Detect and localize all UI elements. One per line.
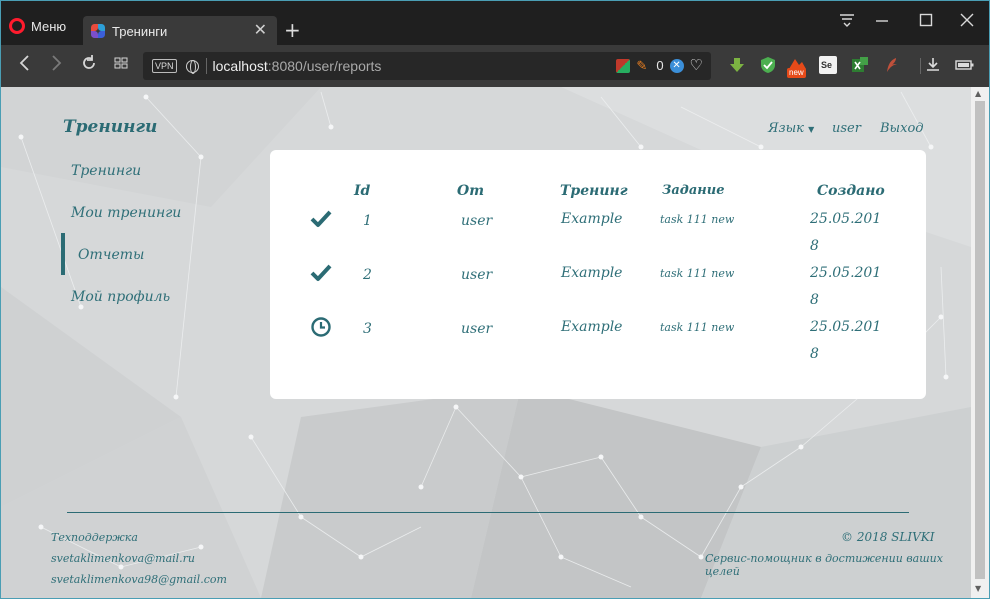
checkmark-icon [310,264,332,286]
url-separator [205,58,207,74]
maximize-icon[interactable] [919,13,933,30]
opera-logo-icon [9,18,25,34]
battery-icon[interactable] [955,56,975,74]
browser-window: Меню Тренинги ✕ + VPN localhost:8080/use… [0,0,990,599]
copyright: © 2018 SLIVKI [841,530,935,544]
new-badge-label: new [787,68,806,78]
row-task[interactable]: task 111 new [660,321,734,334]
selenium-ext-icon[interactable]: Se [819,56,837,74]
support-email-2[interactable]: svetaklimenkova98@gmail.com [51,573,227,586]
pen-icon[interactable]: ✎ [636,58,650,73]
download-ext-icon[interactable] [728,56,746,74]
tab-close-icon[interactable]: ✕ [254,23,267,39]
row-training[interactable]: Example [561,211,622,227]
language-dropdown[interactable]: Язык ▼ [768,121,814,136]
row-created-line1: 25.05.201 [810,211,882,227]
row-from: user [461,267,493,283]
vpn-badge[interactable]: VPN [152,59,177,73]
url-path: :8080/user/reports [267,58,382,74]
column-header-training: Тренинг [560,183,628,199]
web-page: Тренинги Тренинги Мои тренинги Отчеты Мо… [1,87,971,598]
scroll-down-icon[interactable]: ▼ [975,585,981,593]
downloads-icon[interactable] [924,56,942,74]
logout-link[interactable]: Выход [880,121,924,136]
reload-icon[interactable] [81,54,97,76]
row-training[interactable]: Example [561,265,622,281]
heart-icon[interactable]: ♡ [690,58,703,73]
feather-ext-icon[interactable] [883,56,901,74]
selenium-label: Se [821,60,833,70]
support-email-1[interactable]: svetaklimenkova@mail.ru [51,552,195,565]
menu-label: Меню [31,18,67,34]
adblock-shield-icon[interactable]: ✕ [669,58,684,73]
row-id: 1 [363,213,372,229]
row-training[interactable]: Example [561,319,622,335]
new-badge-ext-icon[interactable]: new [787,56,811,78]
url-field[interactable]: VPN localhost:8080/user/reports ✎ 0 ✕ ♡ [143,52,711,80]
blocked-count: 0 [656,58,664,73]
cube-icon[interactable] [616,58,631,73]
scroll-up-icon[interactable]: ▲ [975,90,981,98]
checkmark-icon [310,210,332,232]
support-label: Техподдержка [51,531,138,544]
sidebar-item-reports[interactable]: Отчеты [78,247,144,263]
column-header-task: Задание [662,183,725,198]
globe-icon[interactable] [185,59,199,74]
toolbar-separator [920,58,921,74]
sidebar-active-indicator [61,233,65,275]
language-label: Язык [768,121,804,136]
caret-down-icon: ▼ [808,125,815,134]
column-header-created: Создано [817,183,885,199]
url-field-icons: ✎ 0 ✕ ♡ [616,58,703,73]
close-window-icon[interactable] [960,13,974,30]
row-id: 2 [363,267,372,283]
column-header-id: Id [354,183,371,199]
tab-title: Тренинги [112,23,168,39]
url-host: localhost [212,58,268,74]
row-task[interactable]: task 111 new [660,267,734,280]
clock-icon [310,316,332,342]
tagline: Сервис-помощник в достижении ваших целей [705,552,943,578]
minimize-icon[interactable] [875,13,889,30]
row-from: user [461,321,493,337]
sidebar-item-my-profile[interactable]: Мой профиль [71,289,170,305]
reports-card: Id От Тренинг Задание Создано 1 user Exa… [270,150,926,399]
row-created-line2: 8 [810,346,819,362]
row-task[interactable]: task 111 new [660,213,734,226]
user-link[interactable]: user [832,121,861,136]
address-bar-row: VPN localhost:8080/user/reports ✎ 0 ✕ ♡ … [1,45,989,87]
row-created-line1: 25.05.201 [810,319,882,335]
speed-dial-icon[interactable] [113,54,129,76]
scroll-thumb[interactable] [975,101,985,579]
tab-menu-icon[interactable] [839,13,855,30]
row-from: user [461,213,493,229]
footer-divider [67,512,909,513]
column-header-from: От [457,183,485,199]
page-scrollbar[interactable]: ▲ ▼ [971,87,989,598]
sidebar-item-my-trainings[interactable]: Мои тренинги [71,205,181,221]
tab-trainings[interactable]: Тренинги ✕ [83,16,277,46]
site-brand[interactable]: Тренинги [63,117,157,137]
row-id: 3 [363,321,372,337]
opera-menu-button[interactable]: Меню [9,15,66,37]
site-favicon-icon [91,24,105,38]
back-icon[interactable] [18,54,30,76]
row-created-line1: 25.05.201 [810,265,882,281]
sidebar-item-trainings[interactable]: Тренинги [71,163,141,179]
row-created-line2: 8 [810,292,819,308]
url-text[interactable]: localhost:8080/user/reports [213,58,382,74]
shield-ext-icon[interactable] [759,56,777,74]
excel-ext-icon[interactable] [851,56,869,74]
tab-strip: Меню Тренинги ✕ + [1,1,989,46]
forward-icon[interactable] [51,54,63,76]
new-tab-icon[interactable]: + [284,20,301,40]
row-created-line2: 8 [810,238,819,254]
